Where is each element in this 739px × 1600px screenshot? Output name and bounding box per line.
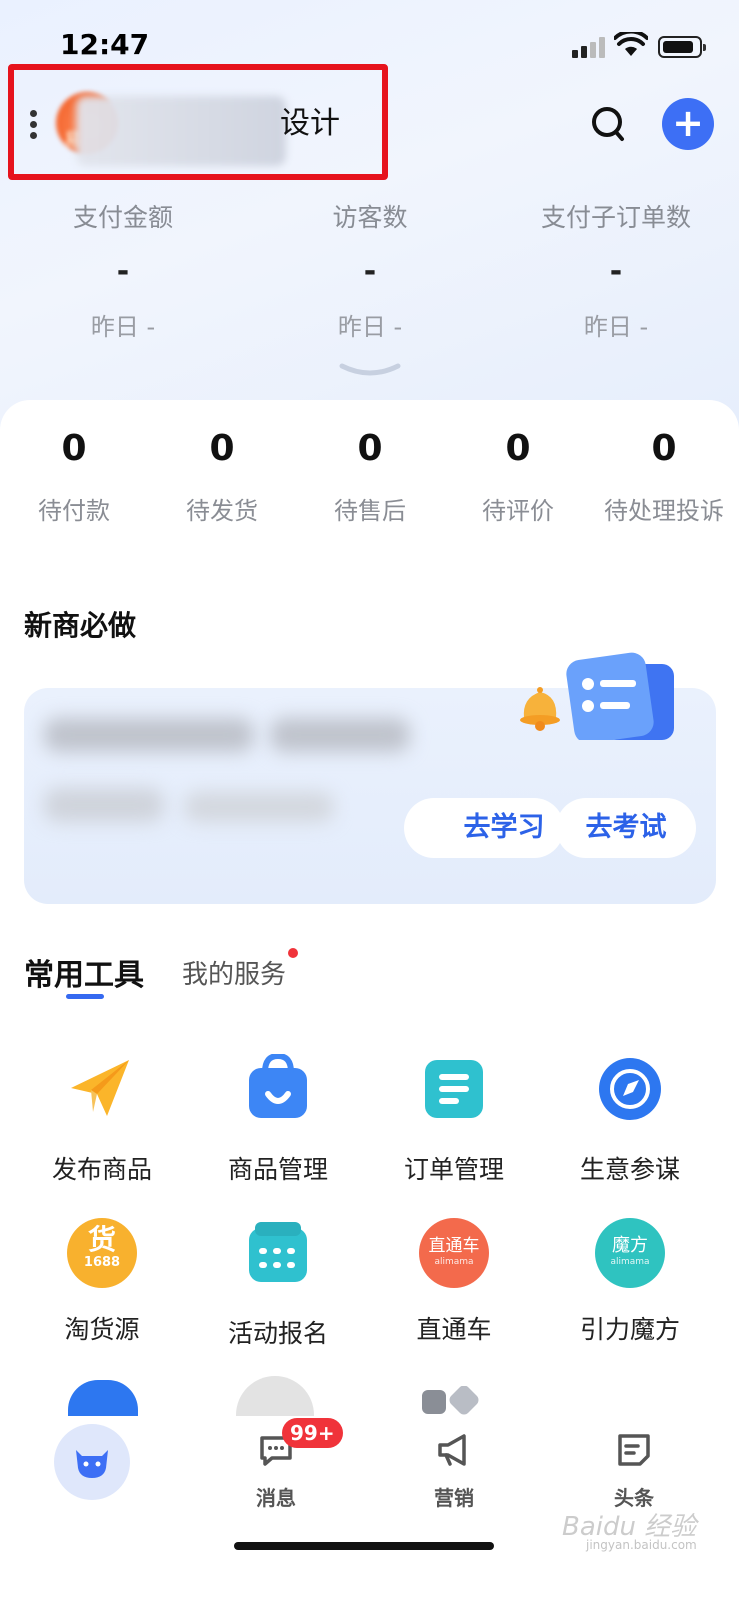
- tool-label: 引力魔方: [579, 1315, 680, 1344]
- tool-label: 商品管理: [227, 1155, 328, 1184]
- tool-label: 直通车: [416, 1315, 492, 1344]
- tool-label: 生意参谋: [579, 1155, 680, 1184]
- ztc-icon: 直通车 alimama: [419, 1218, 489, 1288]
- stat-payment-amount[interactable]: 支付金额 - 昨日 -: [3, 198, 243, 342]
- calendar-icon: [249, 1222, 307, 1282]
- tool-business-advisor[interactable]: 生意参谋: [542, 1054, 718, 1186]
- stat-yesterday: 昨日 -: [90, 313, 156, 341]
- status-time: 12:47: [60, 28, 150, 61]
- tool-gravity-cube[interactable]: 魔方 alimama 引力魔方: [542, 1218, 718, 1346]
- battery-icon: [658, 36, 706, 58]
- tool-partial-3[interactable]: [420, 1386, 480, 1416]
- stat-value: -: [116, 254, 130, 289]
- search-icon[interactable]: [590, 104, 626, 144]
- tool-event-signup[interactable]: 活动报名: [190, 1218, 366, 1350]
- document-illustration-icon: [566, 652, 674, 740]
- home-cow-icon: [76, 1450, 108, 1478]
- nav-marketing[interactable]: 营销: [404, 1430, 504, 1511]
- section-title-new-merchant: 新商必做: [24, 609, 137, 642]
- bell-icon: [520, 687, 560, 731]
- mofang-icon: 魔方 alimama: [595, 1218, 665, 1288]
- placeholder-icon: [236, 1376, 314, 1416]
- stat-label: 支付金额: [72, 203, 173, 232]
- icon-text: 魔方: [612, 1235, 648, 1256]
- order-count: 0: [61, 428, 87, 469]
- compass-icon: [599, 1058, 661, 1120]
- tab-active-indicator: [66, 994, 104, 999]
- order-list-icon: [425, 1060, 483, 1118]
- nav-headlines[interactable]: 头条: [584, 1430, 684, 1511]
- tab-my-services[interactable]: 我的服务: [182, 954, 286, 991]
- redacted-text: [44, 788, 164, 822]
- cellular-signal-icon: [572, 36, 606, 58]
- tab-common-tools[interactable]: 常用工具: [24, 950, 144, 994]
- exam-button[interactable]: 去考试: [556, 798, 696, 858]
- nav-label: 消息: [256, 1486, 296, 1510]
- learn-button[interactable]: 去学习: [404, 798, 564, 858]
- order-label: 待发货: [186, 497, 258, 525]
- paper-plane-icon: [71, 1060, 129, 1116]
- order-label: 待评价: [482, 497, 554, 525]
- shop-switcher[interactable]: 易 设计: [8, 64, 388, 180]
- stat-value: -: [363, 254, 377, 289]
- add-button[interactable]: +: [662, 98, 714, 150]
- order-label: 待售后: [334, 497, 406, 525]
- notification-dot: [288, 948, 298, 958]
- message-badge: 99+: [282, 1418, 343, 1448]
- tool-partial-2[interactable]: [236, 1376, 314, 1416]
- tool-label: 淘货源: [64, 1315, 140, 1344]
- tool-order-management[interactable]: 订单管理: [366, 1054, 542, 1186]
- learn-button-label: 去学习: [463, 812, 545, 843]
- redacted-text: [270, 718, 410, 752]
- tool-partial-1[interactable]: [68, 1380, 138, 1416]
- shop-name-redacted: [76, 96, 286, 166]
- chevron-down-icon[interactable]: [338, 362, 402, 380]
- tool-label: 订单管理: [403, 1155, 504, 1184]
- icon-sub: alimama: [610, 1257, 650, 1267]
- wifi-icon: [614, 32, 648, 56]
- tool-source-goods[interactable]: 货 1688 淘货源: [14, 1218, 190, 1346]
- order-pending-review[interactable]: 0 待评价: [444, 428, 592, 526]
- shapes-icon: [420, 1386, 480, 1416]
- order-label: 待处理投诉: [604, 497, 724, 525]
- icon-text: 直通车: [428, 1236, 480, 1256]
- cloud-icon: [68, 1380, 138, 1416]
- stat-label: 支付子订单数: [540, 203, 691, 232]
- stat-value: -: [609, 254, 623, 289]
- tool-label: 发布商品: [51, 1155, 152, 1184]
- stat-yesterday: 昨日 -: [583, 313, 649, 341]
- home-indicator[interactable]: [234, 1542, 494, 1550]
- order-pending-payment[interactable]: 0 待付款: [0, 428, 148, 526]
- tool-through-train[interactable]: 直通车 alimama 直通车: [366, 1218, 542, 1346]
- watermark-url: jingyan.baidu.com: [586, 1538, 697, 1552]
- tool-product-management[interactable]: 商品管理: [190, 1052, 366, 1186]
- stat-sub-orders[interactable]: 支付子订单数 - 昨日 -: [496, 198, 736, 342]
- order-pending-shipment[interactable]: 0 待发货: [148, 428, 296, 526]
- more-vertical-icon[interactable]: [30, 110, 40, 142]
- stat-visitors[interactable]: 访客数 - 昨日 -: [250, 198, 490, 342]
- nav-home[interactable]: [54, 1424, 130, 1500]
- stat-yesterday: 昨日 -: [337, 313, 403, 341]
- megaphone-icon: [438, 1434, 466, 1466]
- icon-text: 货: [87, 1223, 116, 1256]
- huo-1688-icon: 货 1688: [67, 1218, 137, 1288]
- order-label: 待付款: [38, 497, 110, 525]
- nav-label: 营销: [434, 1486, 474, 1510]
- order-after-sale[interactable]: 0 待售后: [296, 428, 444, 526]
- icon-sub: 1688: [83, 1255, 121, 1270]
- order-count: 0: [505, 428, 531, 469]
- stat-label: 访客数: [332, 203, 408, 232]
- shop-name: 设计: [280, 106, 340, 141]
- tool-publish-product[interactable]: 发布商品: [14, 1054, 190, 1186]
- order-count: 0: [651, 428, 677, 469]
- redacted-text: [184, 792, 334, 822]
- redacted-text: [44, 718, 254, 752]
- icon-sub: alimama: [434, 1257, 474, 1267]
- headline-icon: [618, 1434, 650, 1466]
- shopping-bag-icon: [249, 1052, 307, 1118]
- order-complaints[interactable]: 0 待处理投诉: [590, 428, 738, 526]
- order-count: 0: [209, 428, 235, 469]
- tool-label: 活动报名: [227, 1319, 328, 1348]
- order-count: 0: [357, 428, 383, 469]
